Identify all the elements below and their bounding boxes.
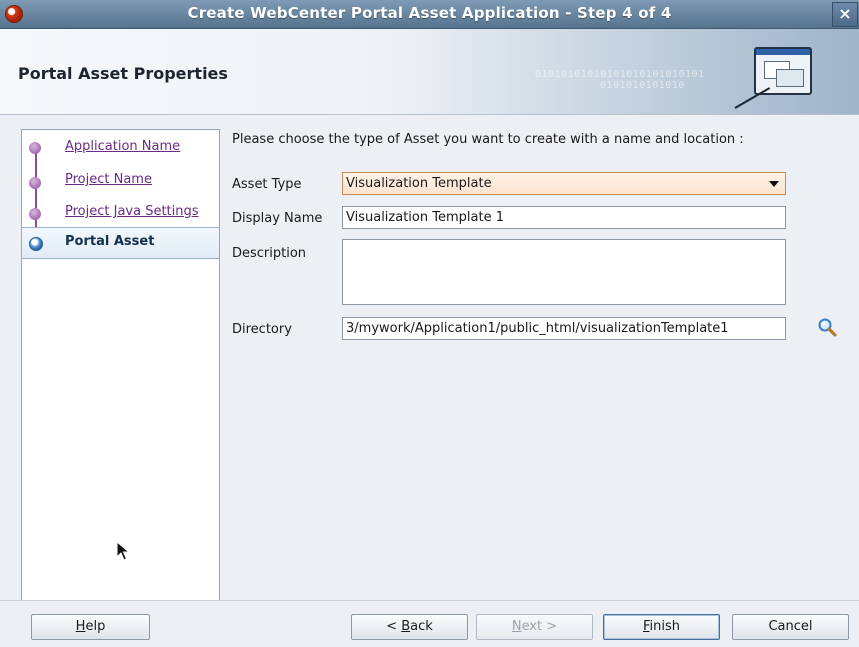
wizard-icon <box>754 47 812 95</box>
close-icon: × <box>838 4 852 23</box>
steps-sidebar: Application Name Project Name Project Ja… <box>21 129 220 601</box>
display-name-field[interactable]: Visualization Template 1 <box>342 206 786 229</box>
description-field[interactable] <box>342 239 786 305</box>
wizard-wand-decoration <box>734 87 771 109</box>
asset-type-select[interactable]: Visualization Template <box>342 172 786 195</box>
back-button[interactable]: < Back <box>351 614 468 640</box>
chevron-down-icon <box>769 181 779 187</box>
step-label: Portal Asset <box>65 234 155 249</box>
directory-label: Directory <box>232 322 292 337</box>
cancel-button[interactable]: Cancel <box>732 614 849 640</box>
wizard-header: Portal Asset Properties 0101010101010101… <box>0 29 859 115</box>
step-application-name[interactable]: Application Name <box>22 132 219 160</box>
step-label[interactable]: Project Name <box>65 172 152 187</box>
step-label[interactable]: Project Java Settings <box>65 204 199 219</box>
step-portal-asset[interactable]: Portal Asset <box>22 227 219 259</box>
step-dot-icon <box>29 177 41 189</box>
magnifier-icon[interactable] <box>817 317 837 337</box>
step-project-name[interactable]: Project Name <box>22 167 219 195</box>
asset-properties-panel: Please choose the type of Asset you want… <box>220 115 859 600</box>
help-button[interactable]: Help <box>31 614 150 640</box>
step-current-icon <box>29 237 43 251</box>
step-project-java-settings[interactable]: Project Java Settings <box>22 198 219 226</box>
display-name-label: Display Name <box>232 211 323 226</box>
button-bar-divider <box>0 600 859 601</box>
page-title: Portal Asset Properties <box>18 64 228 83</box>
step-dot-icon <box>29 142 41 154</box>
description-label: Description <box>232 246 307 261</box>
finish-button[interactable]: Finish <box>603 614 720 640</box>
asset-type-value: Visualization Template <box>346 176 492 191</box>
directory-field[interactable]: 3/mywork/Application1/public_html/visual… <box>342 317 786 340</box>
next-button[interactable]: Next > <box>476 614 593 640</box>
header-binary-decoration-2: 0101010101010 <box>600 80 685 91</box>
step-label[interactable]: Application Name <box>65 139 180 154</box>
step-dot-icon <box>29 208 41 220</box>
window-title: Create WebCenter Portal Asset Applicatio… <box>187 4 672 22</box>
header-binary-decoration: 01010101010101010101010101 <box>535 69 705 80</box>
mouse-pointer-icon <box>116 541 130 561</box>
close-window-button[interactable]: × <box>832 2 858 27</box>
asset-type-label: Asset Type <box>232 177 302 192</box>
instructions-text: Please choose the type of Asset you want… <box>232 132 744 147</box>
title-bar: Create WebCenter Portal Asset Applicatio… <box>0 0 859 29</box>
